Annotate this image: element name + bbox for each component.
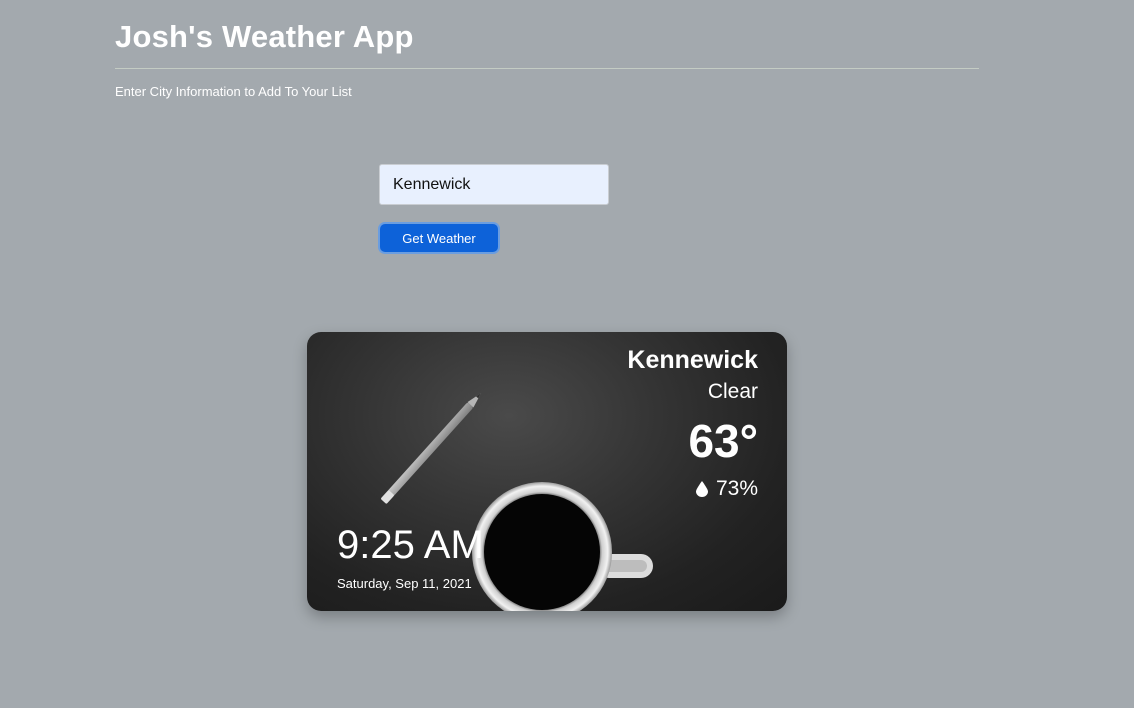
header-divider <box>115 68 979 69</box>
local-date: Saturday, Sep 11, 2021 <box>337 576 472 591</box>
card-city-name: Kennewick <box>627 346 758 374</box>
water-drop-icon <box>695 481 708 497</box>
page-header: Josh's Weather App Enter City Informatio… <box>115 14 979 99</box>
city-input[interactable] <box>379 164 609 205</box>
humidity-value: 73% <box>715 477 758 500</box>
form-instructions: Enter City Information to Add To Your Li… <box>115 84 352 99</box>
humidity: 73% <box>695 477 758 501</box>
local-time: 9:25 AM <box>337 523 484 567</box>
get-weather-button[interactable]: Get Weather <box>378 222 500 254</box>
weather-card: Kennewick Clear 63° 73% 9:25 AM Saturday… <box>307 332 787 611</box>
app-title: Josh's Weather App <box>115 19 414 54</box>
temperature: 63° <box>688 415 758 467</box>
weather-condition: Clear <box>707 380 758 403</box>
